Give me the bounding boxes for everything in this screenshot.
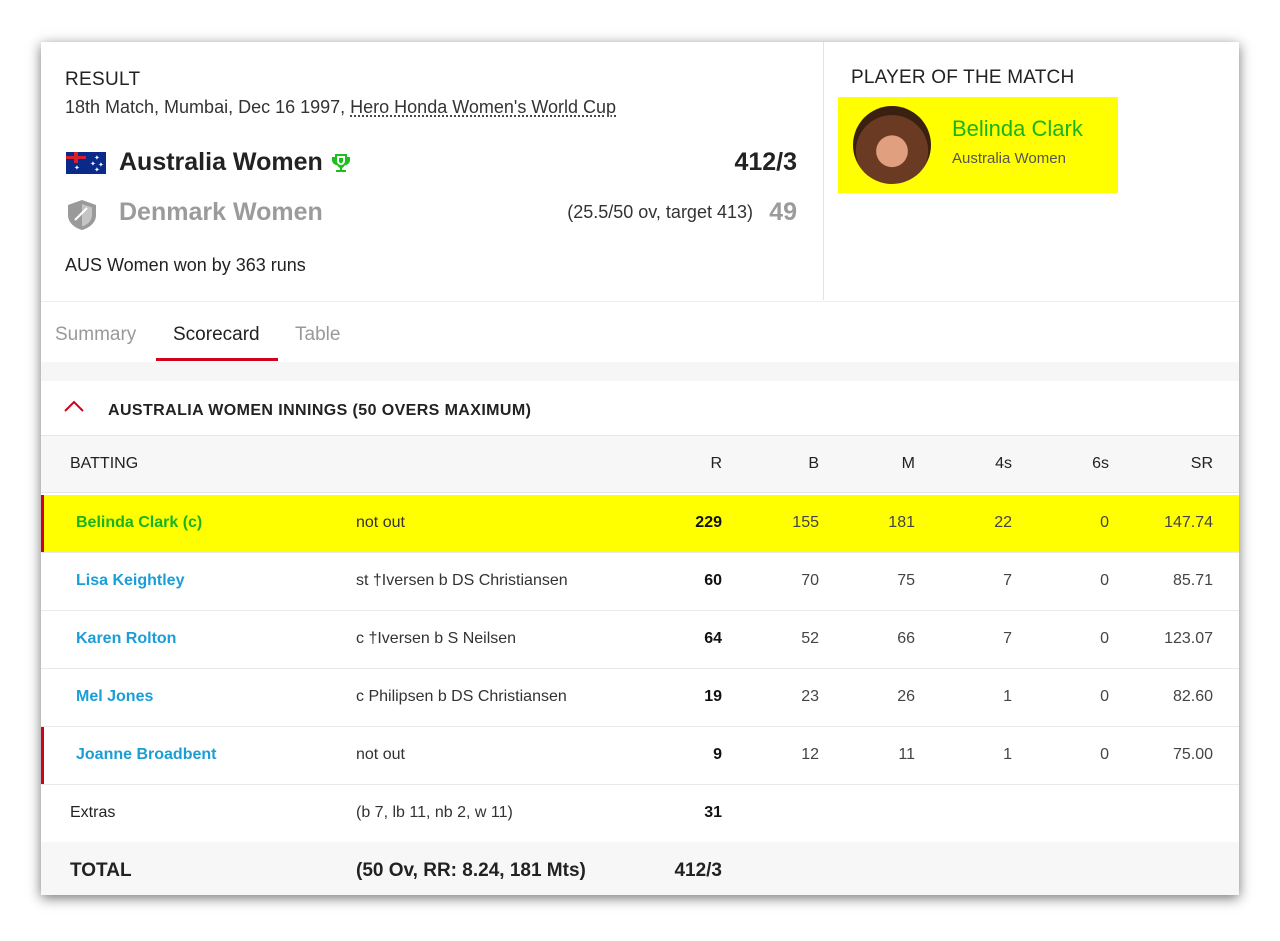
strike-rate: 75.00 <box>1172 746 1213 763</box>
balls: 52 <box>801 630 819 647</box>
team-name[interactable]: Australia Women <box>119 148 323 177</box>
sixes: 0 <box>1100 746 1109 763</box>
sixes: 0 <box>1100 514 1109 531</box>
shield-icon <box>68 200 96 230</box>
innings-title: AUSTRALIA WOMEN INNINGS (50 OVERS MAXIMU… <box>108 402 532 419</box>
section-divider <box>41 362 1239 381</box>
dismissal: not out <box>356 746 405 763</box>
balls: 70 <box>801 572 819 589</box>
active-tab-indicator <box>156 358 278 361</box>
total-row: TOTAL (50 Ov, RR: 8.24, 181 Mts) 412/3 <box>41 842 1239 895</box>
runs: 64 <box>704 630 722 647</box>
minutes: 75 <box>897 572 915 589</box>
sixes: 0 <box>1100 572 1109 589</box>
tab-bar: Summary Scorecard Table <box>41 301 1239 363</box>
minutes: 66 <box>897 630 915 647</box>
table-row: Lisa Keightley st †Iversen b DS Christia… <box>41 553 1239 611</box>
col-header-minutes: M <box>901 455 915 472</box>
series-link[interactable]: Hero Honda Women's World Cup <box>350 97 616 117</box>
team-score: 412/3 <box>734 148 797 176</box>
extras-row: Extras (b 7, lb 11, nb 2, w 11) 31 <box>41 785 1239 843</box>
total-runs: 412/3 <box>674 860 722 881</box>
strike-rate: 147.74 <box>1164 514 1213 531</box>
col-header-fours: 4s <box>995 455 1012 472</box>
runs: 19 <box>704 688 722 705</box>
fours: 1 <box>1003 688 1012 705</box>
table-row: Belinda Clark (c) not out 229 155 181 22… <box>41 495 1239 553</box>
strike-rate: 85.71 <box>1172 572 1213 589</box>
extras-runs: 31 <box>704 804 722 821</box>
australia-flag-icon: ✦ ✦ ✦ ✦ ✦ <box>66 152 106 174</box>
avatar[interactable] <box>853 106 931 184</box>
batter-name[interactable]: Joanne Broadbent <box>76 746 216 764</box>
tab-scorecard[interactable]: Scorecard <box>173 324 260 346</box>
runs: 229 <box>695 514 722 531</box>
col-header-strike-rate: SR <box>1190 455 1213 472</box>
table-row: Joanne Broadbent not out 9 12 11 1 0 75.… <box>41 727 1239 785</box>
sixes: 0 <box>1100 630 1109 647</box>
table-row: Mel Jones c Philipsen b DS Christiansen … <box>41 669 1239 727</box>
trophy-icon <box>332 154 350 172</box>
result-label: RESULT <box>65 69 141 90</box>
table-row: Karen Rolton c †Iversen b S Neilsen 64 5… <box>41 611 1239 669</box>
pom-card[interactable]: Belinda Clark Australia Women <box>838 97 1118 193</box>
team-name[interactable]: Denmark Women <box>119 198 323 227</box>
runs: 9 <box>713 746 722 763</box>
innings-header[interactable]: AUSTRALIA WOMEN INNINGS (50 OVERS MAXIMU… <box>41 382 1239 436</box>
match-info: 18th Match, Mumbai, Dec 16 1997, Hero Ho… <box>65 97 616 118</box>
balls: 12 <box>801 746 819 763</box>
col-header-balls: B <box>808 455 819 472</box>
dismissal: st †Iversen b DS Christiansen <box>356 572 568 589</box>
tab-table[interactable]: Table <box>295 324 340 346</box>
col-header-runs: R <box>710 455 722 472</box>
col-header-sixes: 6s <box>1092 455 1109 472</box>
strike-rate: 123.07 <box>1164 630 1213 647</box>
match-header: RESULT 18th Match, Mumbai, Dec 16 1997, … <box>41 42 823 300</box>
batter-name[interactable]: Lisa Keightley <box>76 572 184 590</box>
batter-name[interactable]: Belinda Clark (c) <box>76 514 202 532</box>
tab-summary[interactable]: Summary <box>55 324 136 346</box>
not-out-indicator <box>41 495 44 552</box>
balls: 23 <box>801 688 819 705</box>
match-description: 18th Match, Mumbai, Dec 16 1997, <box>65 97 351 117</box>
dismissal: c Philipsen b DS Christiansen <box>356 688 567 705</box>
batter-name[interactable]: Karen Rolton <box>76 630 176 648</box>
player-of-match-panel: PLAYER OF THE MATCH Belinda Clark Austra… <box>823 42 1239 300</box>
match-card: RESULT 18th Match, Mumbai, Dec 16 1997, … <box>41 42 1239 895</box>
match-result-text: AUS Women won by 363 runs <box>65 255 306 275</box>
fours: 7 <box>1003 630 1012 647</box>
total-detail: (50 Ov, RR: 8.24, 181 Mts) <box>356 860 586 881</box>
pom-label: PLAYER OF THE MATCH <box>851 67 1075 88</box>
minutes: 26 <box>897 688 915 705</box>
fours: 22 <box>994 514 1012 531</box>
sixes: 0 <box>1100 688 1109 705</box>
team-overs: (25.5/50 ov, target 413) <box>567 202 753 222</box>
pom-team-name: Australia Women <box>952 150 1066 167</box>
total-label: TOTAL <box>70 860 132 881</box>
team-row-australia[interactable]: ✦ ✦ ✦ ✦ ✦ Australia Women 412/3 <box>65 146 797 182</box>
minutes: 11 <box>898 746 915 763</box>
batter-name[interactable]: Mel Jones <box>76 688 153 706</box>
team-row-denmark[interactable]: Denmark Women (25.5/50 ov, target 413) 4… <box>65 196 797 232</box>
not-out-indicator <box>41 727 44 784</box>
extras-detail: (b 7, lb 11, nb 2, w 11) <box>356 804 513 821</box>
fours: 7 <box>1003 572 1012 589</box>
chevron-up-icon[interactable] <box>63 399 85 413</box>
pom-player-name[interactable]: Belinda Clark <box>952 116 1083 142</box>
batting-table-header: BATTING R B M 4s 6s SR <box>41 436 1239 493</box>
team-score: 49 <box>769 198 797 226</box>
dismissal: not out <box>356 514 405 531</box>
runs: 60 <box>704 572 722 589</box>
balls: 155 <box>792 514 819 531</box>
fours: 1 <box>1003 746 1012 763</box>
extras-label: Extras <box>70 804 116 821</box>
dismissal: c †Iversen b S Neilsen <box>356 630 517 647</box>
minutes: 181 <box>888 514 915 531</box>
strike-rate: 82.60 <box>1172 688 1213 705</box>
col-header-batting: BATTING <box>70 455 139 472</box>
